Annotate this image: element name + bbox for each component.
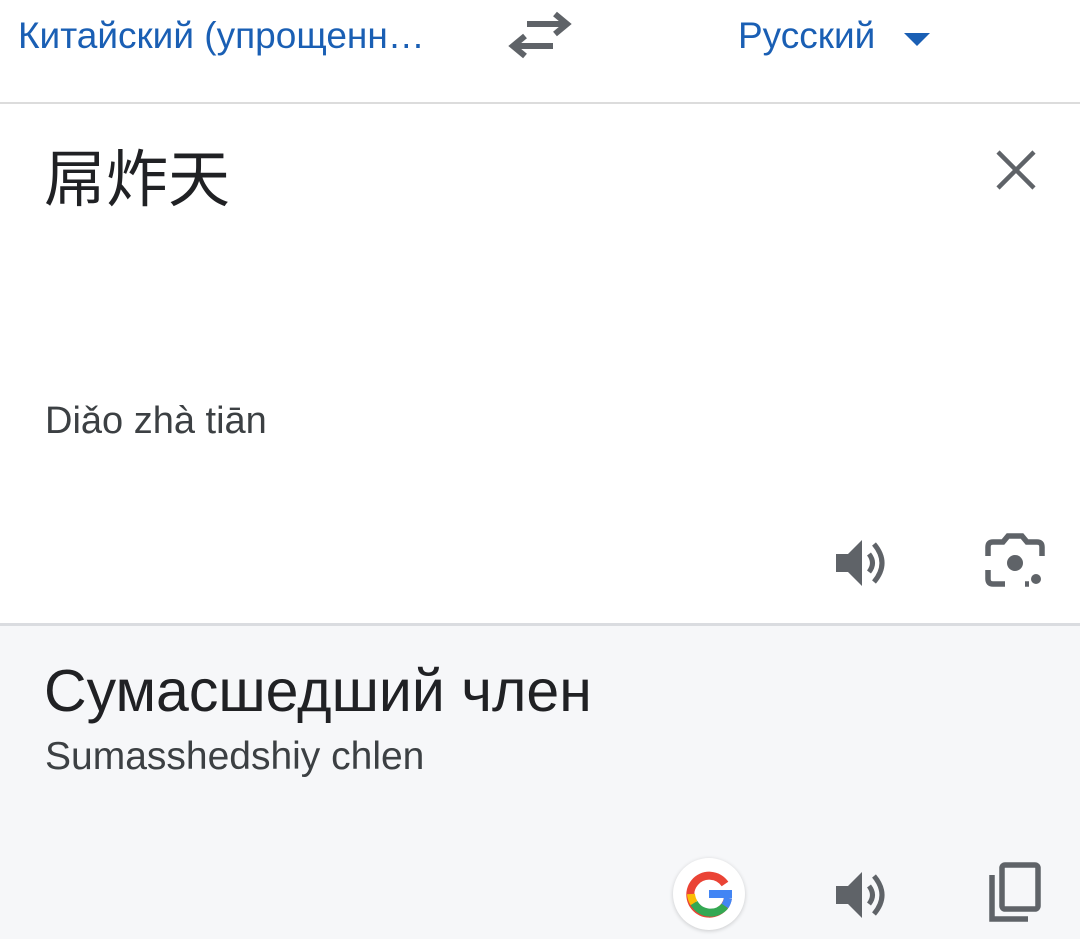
source-language-selector[interactable]: Китайский (упрощенн… [18, 14, 425, 58]
close-icon [996, 150, 1036, 190]
language-bar: Китайский (упрощенн… Русский [0, 0, 1080, 103]
clear-text-button[interactable] [988, 142, 1044, 198]
input-panel: 屌炸天 Diǎo zhà tiān [0, 104, 1080, 623]
translation-transliteration: Sumasshedshiy chlen [45, 735, 425, 778]
source-transliteration: Diǎo zhà tiān [45, 400, 267, 442]
copy-translation-button[interactable] [984, 861, 1044, 925]
camera-translate-button[interactable] [983, 532, 1047, 594]
source-text[interactable]: 屌炸天 [44, 142, 230, 218]
speaker-icon [836, 540, 885, 586]
camera-lens-icon [985, 533, 1045, 587]
dropdown-arrow-icon[interactable] [902, 30, 932, 48]
listen-source-button[interactable] [830, 532, 892, 594]
swap-languages-button[interactable] [505, 10, 575, 66]
output-panel: Сумасшедший член Sumasshedshiy chlen [0, 626, 1080, 939]
translation-text: Сумасшедший член [44, 658, 592, 724]
listen-translation-button[interactable] [830, 864, 892, 926]
copy-icon [989, 862, 1041, 922]
google-g-icon [686, 871, 732, 918]
swap-arrows-icon [508, 11, 572, 59]
target-language-selector[interactable]: Русский [738, 14, 875, 58]
google-search-button[interactable] [673, 858, 745, 930]
speaker-icon [836, 872, 885, 918]
